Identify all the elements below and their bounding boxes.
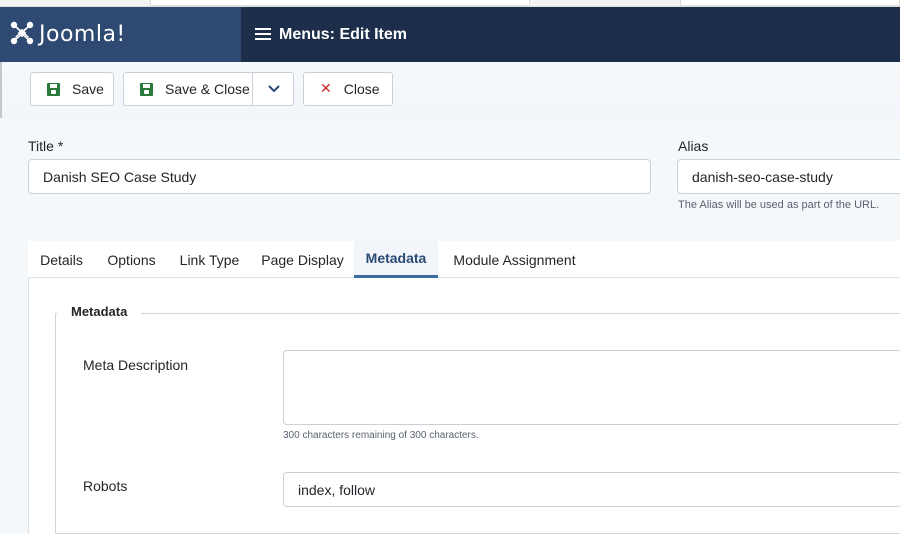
tab-options[interactable]: Options xyxy=(95,241,168,278)
close-icon: ✕ xyxy=(320,81,332,97)
brand-logo[interactable]: Joomla! xyxy=(0,7,241,62)
close-button[interactable]: ✕ Close xyxy=(303,72,393,106)
joomla-logo-icon xyxy=(10,21,34,48)
admin-header: Joomla! Menus: Edit Item xyxy=(0,7,900,62)
browser-top-strip xyxy=(0,0,900,7)
robots-label: Robots xyxy=(83,478,128,494)
alias-input[interactable]: danish-seo-case-study xyxy=(677,159,900,194)
tab-link-type[interactable]: Link Type xyxy=(168,241,251,278)
tab-details[interactable]: Details xyxy=(28,241,95,278)
save-icon xyxy=(140,82,153,96)
edit-tabs: Details Options Link Type Page Display M… xyxy=(28,241,900,278)
tab-metadata[interactable]: Metadata xyxy=(354,241,438,278)
title-input[interactable]: Danish SEO Case Study xyxy=(28,159,651,194)
alias-hint: The Alias will be used as part of the UR… xyxy=(678,199,880,211)
save-button[interactable]: Save xyxy=(30,72,114,106)
robots-select[interactable]: index, follow xyxy=(283,472,900,507)
save-close-button-label: Save & Close xyxy=(165,81,250,97)
meta-description-hint: 300 characters remaining of 300 characte… xyxy=(283,430,479,441)
page-title: Menus: Edit Item xyxy=(255,7,407,62)
metadata-legend: Metadata xyxy=(57,304,142,319)
save-icon xyxy=(47,82,60,96)
toolbar: Save Save & Close ✕ Close xyxy=(0,62,900,118)
save-button-label: Save xyxy=(72,81,104,97)
meta-description-textarea[interactable] xyxy=(283,350,900,425)
list-icon xyxy=(255,28,271,41)
metadata-panel: Metadata Meta Description 300 characters… xyxy=(28,278,900,534)
tab-page-display[interactable]: Page Display xyxy=(251,241,354,278)
meta-description-label: Meta Description xyxy=(83,357,189,373)
title-input-value: Danish SEO Case Study xyxy=(43,168,197,185)
alias-input-value: danish-seo-case-study xyxy=(692,168,833,185)
tab-module-assignment[interactable]: Module Assignment xyxy=(438,241,591,278)
save-options-dropdown-toggle[interactable] xyxy=(253,73,294,105)
brand-name: Joomla! xyxy=(39,22,126,47)
page-title-text: Menus: Edit Item xyxy=(279,25,408,43)
robots-select-value: index, follow xyxy=(298,481,376,498)
chevron-down-icon xyxy=(267,85,280,93)
close-button-label: Close xyxy=(343,81,380,97)
alias-label: Alias xyxy=(678,138,709,154)
save-close-button[interactable]: Save & Close xyxy=(123,72,294,106)
title-label: Title * xyxy=(28,138,64,154)
